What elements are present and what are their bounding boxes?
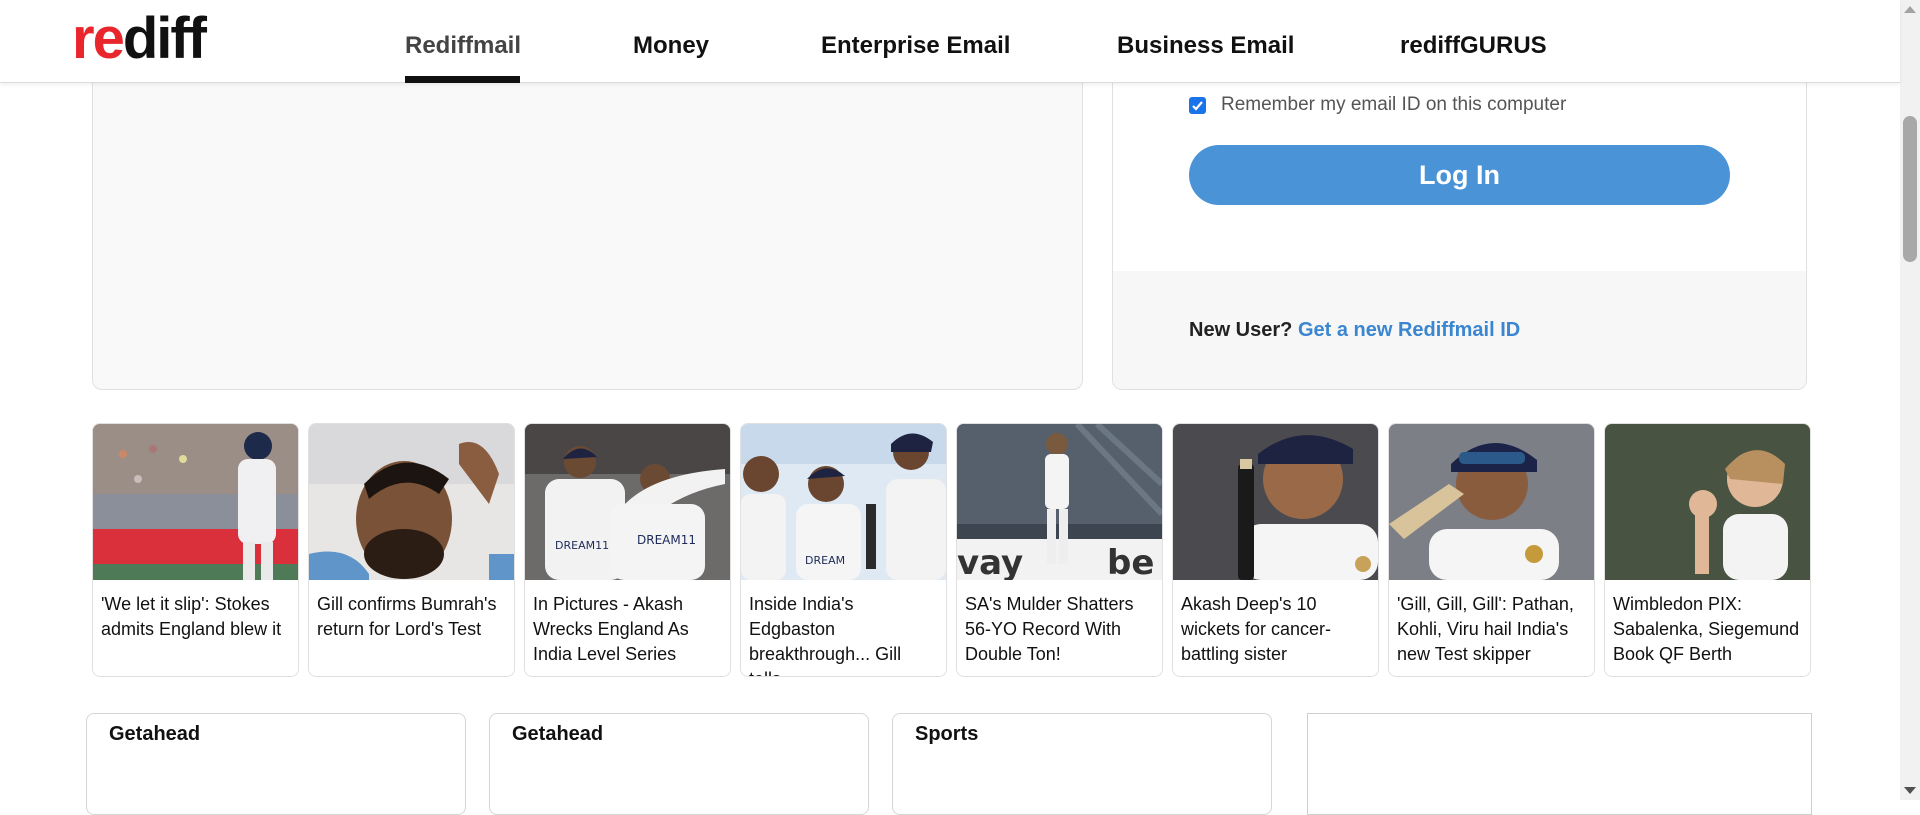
nav-enterprise-email[interactable]: Enterprise Email: [821, 32, 1010, 60]
news-card[interactable]: DREAM11 DREAM11 In Pictures - Akash Wrec…: [524, 423, 731, 677]
news-card[interactable]: Akash Deep's 10 wickets for cancer-battl…: [1172, 423, 1379, 677]
nav-rediffmail[interactable]: Rediffmail: [405, 32, 521, 60]
section-title: Getahead: [109, 723, 201, 745]
new-user-prefix: New User?: [1189, 319, 1293, 341]
news-image: [1173, 424, 1378, 580]
news-headline: Inside India's Edgbaston breakthrough...…: [749, 594, 902, 676]
remember-label: Remember my email ID on this computer: [1221, 94, 1567, 115]
login-button[interactable]: Log In: [1189, 145, 1730, 205]
logo-red-text: re: [72, 6, 125, 71]
news-card[interactable]: vay be SA's Mulder Shatters 56-YO Record…: [956, 423, 1163, 677]
scroll-down-arrow-icon[interactable]: [1904, 787, 1916, 794]
site-header: rediff Rediffmail Money Enterprise Email…: [0, 0, 1900, 83]
svg-text:DREAM11: DREAM11: [555, 539, 609, 552]
news-image: [309, 424, 514, 580]
nav-rediffgurus[interactable]: rediffGURUS: [1400, 32, 1547, 60]
promo-panel: [92, 60, 1083, 390]
svg-text:DREAM: DREAM: [805, 554, 845, 567]
news-card[interactable]: DREAM Inside India's Edgbaston breakthro…: [740, 423, 947, 677]
svg-text:DREAM11: DREAM11: [637, 533, 696, 547]
news-headline: 'We let it slip': Stokes admits England …: [101, 594, 282, 639]
remember-checkbox[interactable]: [1189, 96, 1206, 114]
active-nav-indicator: [405, 76, 520, 83]
news-card[interactable]: Wimbledon PIX: Sabalenka, Siegemund Book…: [1604, 423, 1811, 677]
rediff-logo[interactable]: rediff: [72, 6, 207, 71]
news-card[interactable]: Gill confirms Bumrah's return for Lord's…: [308, 423, 515, 677]
login-panel: Remember my email ID on this computer Lo…: [1112, 60, 1807, 390]
remember-me-row[interactable]: Remember my email ID on this computer: [1189, 94, 1566, 116]
news-headline: Wimbledon PIX: Sabalenka, Siegemund Book…: [1613, 594, 1800, 664]
scroll-thumb[interactable]: [1903, 116, 1917, 262]
nav-business-email[interactable]: Business Email: [1117, 32, 1294, 60]
news-headline: In Pictures - Akash Wrecks England As In…: [533, 594, 689, 664]
news-card[interactable]: 'Gill, Gill, Gill': Pathan, Kohli, Viru …: [1388, 423, 1595, 677]
svg-text:be: be: [1107, 543, 1154, 580]
news-headline: 'Gill, Gill, Gill': Pathan, Kohli, Viru …: [1397, 594, 1574, 664]
svg-text:vay: vay: [957, 543, 1023, 580]
scroll-up-arrow-icon[interactable]: [1904, 6, 1916, 13]
new-account-link[interactable]: Get a new Rediffmail ID: [1298, 319, 1520, 341]
news-headline: Gill confirms Bumrah's return for Lord's…: [317, 594, 497, 639]
new-user-row: New User? Get a new Rediffmail ID: [1189, 319, 1520, 342]
news-image: [93, 424, 298, 580]
check-icon: [1192, 100, 1203, 111]
news-headline: SA's Mulder Shatters 56-YO Record With D…: [965, 594, 1134, 664]
news-image: [1389, 424, 1594, 580]
logo-black-text: diff: [122, 6, 207, 71]
news-image: DREAM: [741, 424, 946, 580]
news-image: vay be: [957, 424, 1162, 580]
news-headline: Akash Deep's 10 wickets for cancer-battl…: [1181, 594, 1332, 664]
page-scrollbar[interactable]: [1900, 0, 1920, 800]
nav-money[interactable]: Money: [633, 32, 709, 60]
news-image: [1605, 424, 1810, 580]
section-title: Sports: [915, 723, 979, 745]
section-title: Getahead: [512, 723, 604, 745]
news-card[interactable]: 'We let it slip': Stokes admits England …: [92, 423, 299, 677]
news-image: DREAM11 DREAM11: [525, 424, 730, 580]
